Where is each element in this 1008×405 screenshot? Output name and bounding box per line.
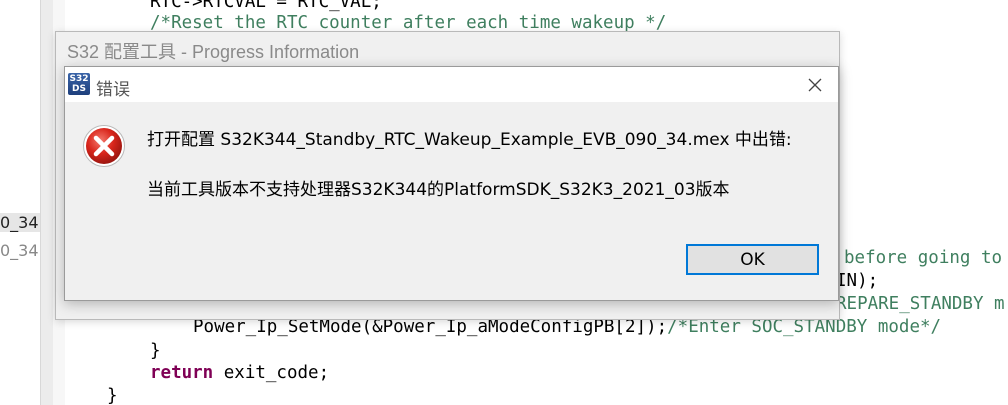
close-icon: [808, 78, 822, 91]
explorer-item[interactable]: 0_34.: [0, 241, 40, 260]
code-comment: REPARE_STANDBY m: [836, 294, 1005, 314]
error-message-line2: 当前工具版本不支持处理器S32K344的PlatformSDK_S32K3_20…: [147, 180, 730, 200]
error-message-line1: 打开配置 S32K344_Standby_RTC_Wakeup_Example_…: [147, 130, 792, 150]
ok-button[interactable]: OK: [686, 244, 819, 275]
explorer-item[interactable]: 0_34.: [0, 213, 40, 232]
code-line: }: [107, 386, 118, 405]
dialog-title: 错误: [96, 80, 130, 99]
close-button[interactable]: [792, 67, 838, 102]
code-line: RTC->RTCVAL = RTC_VAL;: [150, 0, 382, 12]
code-line: IN);: [836, 271, 879, 291]
code-comment: before going to: [844, 248, 1003, 268]
error-dialog: S32 DS 错误 打开配置 S32K344_Standby_RTC_Wakeu…: [64, 66, 839, 301]
code-line: return exit_code;: [150, 363, 330, 383]
project-explorer: 0_34. 0_34.: [0, 0, 40, 405]
code-line: }: [150, 341, 161, 361]
dialog-titlebar[interactable]: S32 DS 错误: [65, 67, 838, 102]
panel-splitter[interactable]: [40, 0, 54, 405]
code-line: Power_Ip_SetMode(&Power_Ip_aModeConfigPB…: [193, 317, 942, 337]
error-icon: [83, 125, 125, 167]
s32ds-app-icon: S32 DS: [68, 73, 90, 95]
code-comment: /*Reset the RTC counter after each time …: [150, 13, 667, 33]
window-title: S32 配置工具 - Progress Information: [67, 42, 360, 62]
